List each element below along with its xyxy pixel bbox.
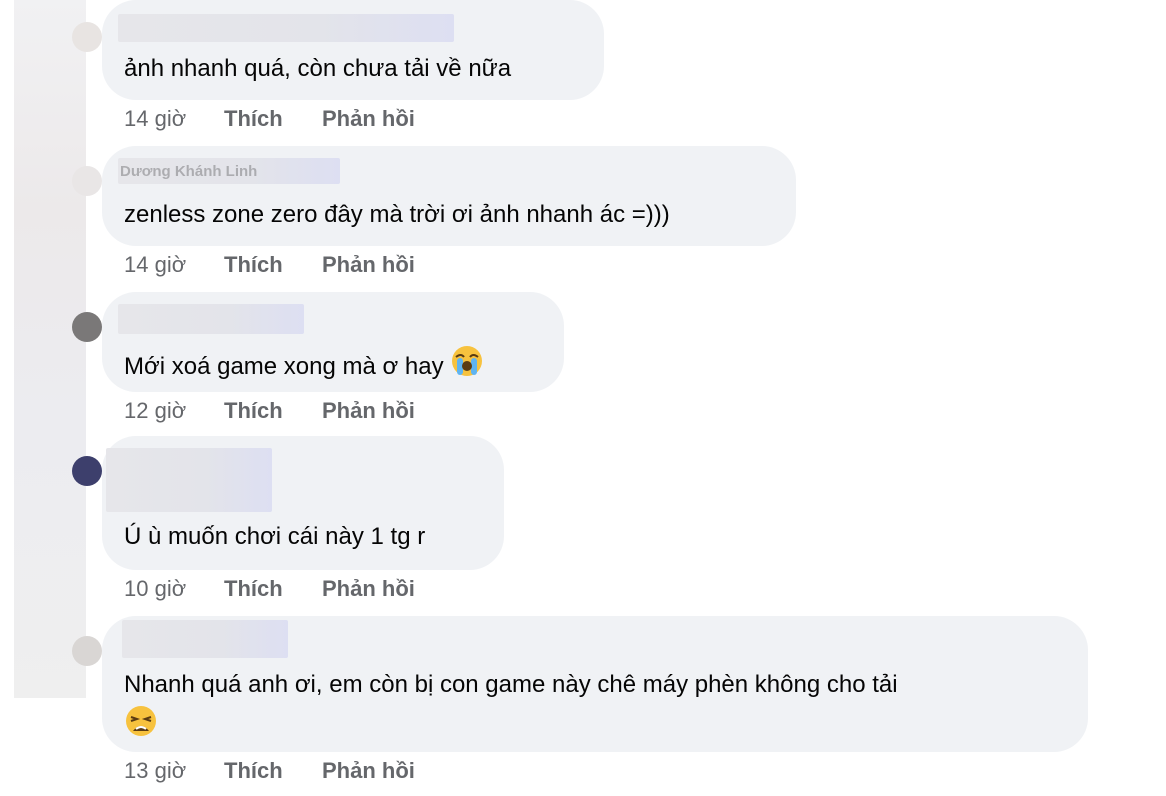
comment-text-content: Mới xoá game xong mà ơ hay — [124, 353, 444, 380]
avatar[interactable] — [72, 22, 102, 52]
reply-button[interactable]: Phản hồi — [322, 106, 415, 132]
comment-text: Mới xoá game xong mà ơ hay — [124, 344, 484, 388]
author-redaction — [118, 14, 454, 42]
comment-actions: 14 giờ Thích Phản hồi — [124, 106, 415, 132]
comment-bubble: ảnh nhanh quá, còn chưa tải về nữa — [102, 0, 604, 100]
comment-timestamp[interactable]: 12 giờ — [124, 398, 224, 424]
comment-author[interactable]: Dương Khánh Linh — [118, 158, 340, 184]
comment-actions: 10 giờ Thích Phản hồi — [124, 576, 415, 602]
avatar[interactable] — [72, 166, 102, 196]
like-button[interactable]: Thích — [224, 758, 322, 784]
comment-text: ảnh nhanh quá, còn chưa tải về nữa — [124, 55, 512, 82]
reply-button[interactable]: Phản hồi — [322, 398, 415, 424]
reply-button[interactable]: Phản hồi — [322, 576, 415, 602]
comment-text: Ú ù muốn chơi cái này 1 tg r — [124, 523, 426, 550]
weary-face-icon — [124, 704, 158, 750]
comment-5: Nhanh quá anh ơi, em còn bị con game này… — [102, 616, 1088, 783]
loudly-crying-face-icon — [450, 344, 484, 388]
comment-bubble: Dương Khánh Linh zenless zone zero đây m… — [102, 146, 796, 246]
comment-timestamp[interactable]: 14 giờ — [124, 106, 224, 132]
comment-author[interactable] — [122, 620, 288, 658]
comment-timestamp[interactable]: 10 giờ — [124, 576, 224, 602]
comment-bubble: Nhanh quá anh ơi, em còn bị con game này… — [102, 616, 1088, 752]
comment-text-content: Nhanh quá anh ơi, em còn bị con game này… — [124, 671, 898, 698]
like-button[interactable]: Thích — [224, 576, 322, 602]
author-redaction — [106, 448, 272, 512]
comment-author[interactable] — [118, 14, 454, 42]
comment-2: Dương Khánh Linh zenless zone zero đây m… — [102, 146, 796, 277]
avatar[interactable] — [72, 456, 102, 486]
comment-timestamp[interactable]: 13 giờ — [124, 758, 224, 784]
comment-author[interactable] — [106, 448, 272, 512]
comment-1: ảnh nhanh quá, còn chưa tải về nữa 14 gi… — [102, 0, 604, 131]
comment-timestamp[interactable]: 14 giờ — [124, 252, 224, 278]
comment-4: Ú ù muốn chơi cái này 1 tg r 10 giờ Thích… — [102, 436, 504, 601]
author-redaction — [122, 620, 288, 658]
avatar[interactable] — [72, 636, 102, 666]
author-redaction — [118, 304, 304, 334]
comment-actions: 13 giờ Thích Phản hồi — [124, 758, 415, 784]
comment-3: Mới xoá game xong mà ơ hay 12 giờ Thích Ph… — [102, 292, 564, 423]
reply-button[interactable]: Phản hồi — [322, 758, 415, 784]
comment-author[interactable] — [118, 304, 304, 334]
reply-button[interactable]: Phản hồi — [322, 252, 415, 278]
comment-text: zenless zone zero đây mà trời ơi ảnh nha… — [124, 201, 670, 228]
comment-text: Nhanh quá anh ơi, em còn bị con game này… — [124, 666, 1064, 750]
comment-bubble: Ú ù muốn chơi cái này 1 tg r — [102, 436, 504, 570]
comment-actions: 14 giờ Thích Phản hồi — [124, 252, 415, 278]
comment-thread: ảnh nhanh quá, còn chưa tải về nữa 14 gi… — [0, 0, 1166, 796]
like-button[interactable]: Thích — [224, 252, 322, 278]
blurred-sidebar — [14, 0, 86, 698]
comment-bubble: Mới xoá game xong mà ơ hay — [102, 292, 564, 392]
like-button[interactable]: Thích — [224, 106, 322, 132]
like-button[interactable]: Thích — [224, 398, 322, 424]
comment-actions: 12 giờ Thích Phản hồi — [124, 398, 415, 424]
avatar[interactable] — [72, 312, 102, 342]
